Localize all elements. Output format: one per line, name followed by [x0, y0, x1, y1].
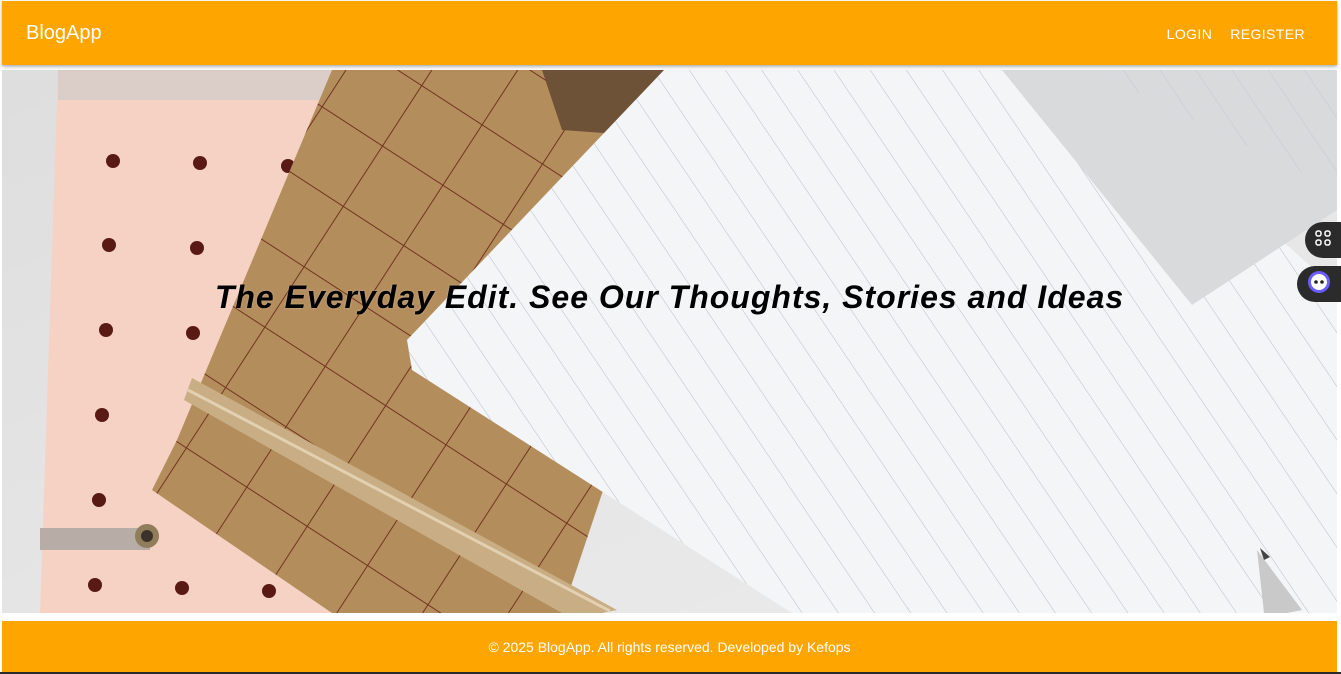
- app-bar: BlogApp LOGIN REGISTER: [2, 1, 1337, 65]
- assistant-widget[interactable]: [1297, 266, 1341, 302]
- assistant-bot-icon: [1307, 270, 1331, 299]
- hero-background-image: [2, 70, 1337, 613]
- brand-logo-link[interactable]: BlogApp: [26, 21, 102, 45]
- hero-title: The Everyday Edit. See Our Thoughts, Sto…: [214, 279, 1125, 315]
- apps-grid-icon: [1314, 229, 1332, 252]
- hero-banner: The Everyday Edit. See Our Thoughts, Sto…: [2, 70, 1337, 613]
- apps-grid-widget[interactable]: [1305, 222, 1341, 258]
- footer: © 2025 BlogApp. All rights reserved. Dev…: [2, 621, 1337, 672]
- login-link[interactable]: LOGIN: [1167, 24, 1213, 44]
- top-nav: LOGIN REGISTER: [1167, 24, 1305, 44]
- register-link[interactable]: REGISTER: [1230, 24, 1305, 44]
- footer-copyright: © 2025 BlogApp. All rights reserved. Dev…: [488, 638, 851, 655]
